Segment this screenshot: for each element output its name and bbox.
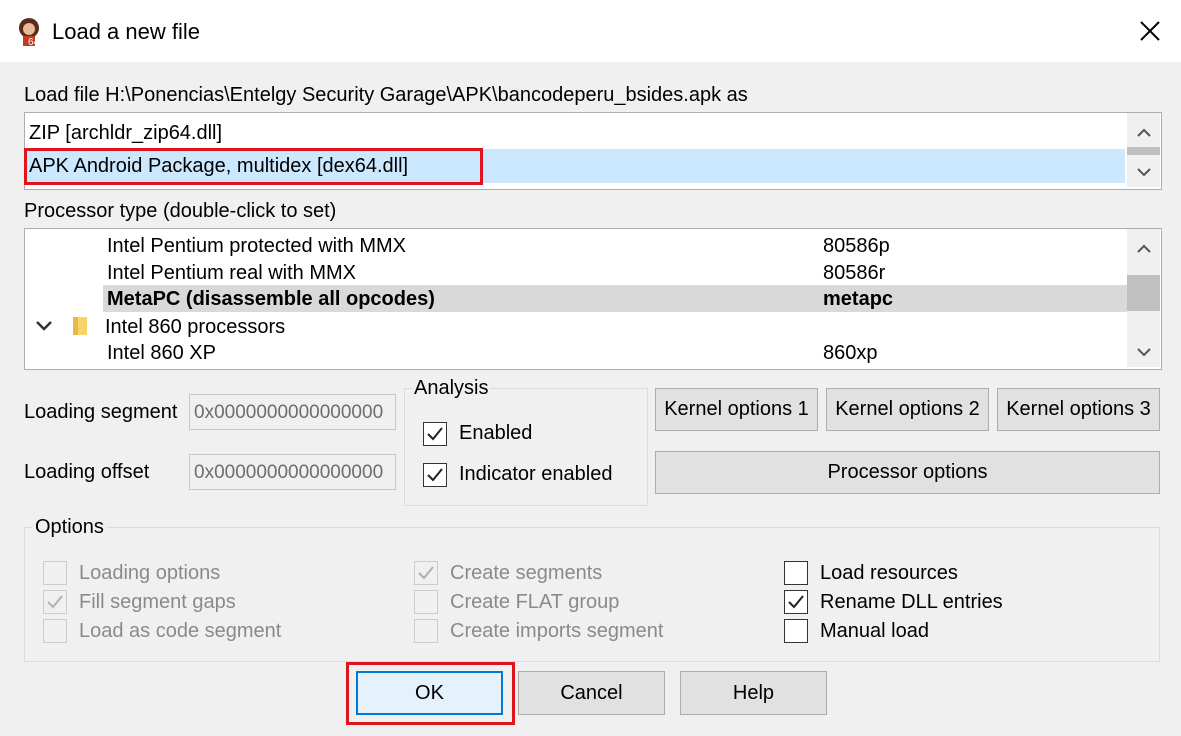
processor-code: 860xp [823,342,878,364]
scroll-up-icon[interactable] [1135,240,1153,258]
processor-group-label[interactable]: Intel 860 processors [105,314,285,340]
checkmark-icon [427,468,443,482]
loading-options-checkbox [43,561,67,585]
manual-load-checkbox[interactable] [784,619,808,643]
kernel-options-2-button[interactable]: Kernel options 2 [826,388,989,431]
folder-icon [73,317,87,335]
loading-segment-field[interactable]: 0x0000000000000000 [189,394,396,430]
analysis-enabled-checkbox[interactable] [423,422,447,446]
help-button[interactable]: Help [680,671,827,715]
kernel-options-1-button[interactable]: Kernel options 1 [655,388,818,431]
create-imports-segment-checkbox [414,619,438,643]
annotation-highlight-loader [24,148,483,185]
loader-scrollbar[interactable] [1127,113,1160,187]
processor-type-label: Processor type (double-click to set) [24,200,337,222]
manual-load-label[interactable]: Manual load [820,620,929,643]
create-segments-checkbox [414,561,438,585]
processor-code: 80586r [823,262,886,284]
scroll-down-icon[interactable] [1135,343,1153,361]
processor-name[interactable]: Intel Pentium real with MMX [107,260,356,286]
processor-name-selected[interactable]: MetaPC (disassemble all opcodes) [107,286,435,312]
indicator-enabled-label[interactable]: Indicator enabled [459,463,612,486]
scroll-thumb[interactable] [1127,147,1160,155]
loading-segment-label: Loading segment [24,401,178,423]
window-title: Load a new file [52,19,200,44]
create-flat-group-checkbox [414,590,438,614]
scroll-thumb[interactable] [1127,275,1160,311]
processor-code-selected: metapc [823,288,894,310]
processor-options-button[interactable]: Processor options [655,451,1160,494]
rename-dll-entries-label[interactable]: Rename DLL entries [820,591,1003,614]
indicator-enabled-checkbox[interactable] [423,463,447,487]
checkmark-icon [788,595,804,609]
analysis-title: Analysis [412,377,491,400]
options-title: Options [32,516,107,539]
fill-segment-gaps-label: Fill segment gaps [79,591,236,613]
load-code-segment-label: Load as code segment [79,620,282,642]
create-flat-group-label: Create FLAT group [450,591,620,613]
processor-code: 80586p [823,235,890,257]
close-icon[interactable] [1136,17,1164,45]
loading-options-label: Loading options [79,562,221,584]
cancel-button[interactable]: Cancel [518,671,665,715]
chevron-down-icon[interactable] [35,319,53,333]
checkmark-icon [418,566,434,580]
load-resources-checkbox[interactable] [784,561,808,585]
loading-offset-field[interactable]: 0x0000000000000000 [189,454,396,490]
processor-list[interactable]: Intel Pentium protected with MMX 80586p … [24,228,1162,370]
loader-item[interactable]: ZIP [archldr_zip64.dll] [29,119,222,147]
create-segments-label: Create segments [450,562,603,584]
fill-segment-gaps-checkbox [43,590,67,614]
processor-name[interactable]: Intel 860 XP [107,340,216,366]
load-code-segment-checkbox [43,619,67,643]
annotation-highlight-ok [346,662,515,725]
rename-dll-entries-checkbox[interactable] [784,590,808,614]
checkmark-icon [427,427,443,441]
create-imports-segment-label: Create imports segment [450,620,664,642]
scroll-down-icon[interactable] [1135,163,1153,181]
analysis-enabled-label[interactable]: Enabled [459,422,532,445]
processor-name[interactable]: Intel Pentium protected with MMX [107,233,406,259]
loading-offset-label: Loading offset [24,461,150,483]
checkmark-icon [47,595,63,609]
processor-scrollbar[interactable] [1127,229,1160,367]
scroll-up-icon[interactable] [1135,124,1153,142]
analysis-group [404,388,648,506]
svg-text:64: 64 [28,37,40,46]
ida-portrait-icon: 64 [14,16,44,48]
kernel-options-3-button[interactable]: Kernel options 3 [997,388,1160,431]
load-resources-label[interactable]: Load resources [820,562,958,585]
load-file-label: Load file H:\Ponencias\Entelgy Security … [24,84,748,106]
